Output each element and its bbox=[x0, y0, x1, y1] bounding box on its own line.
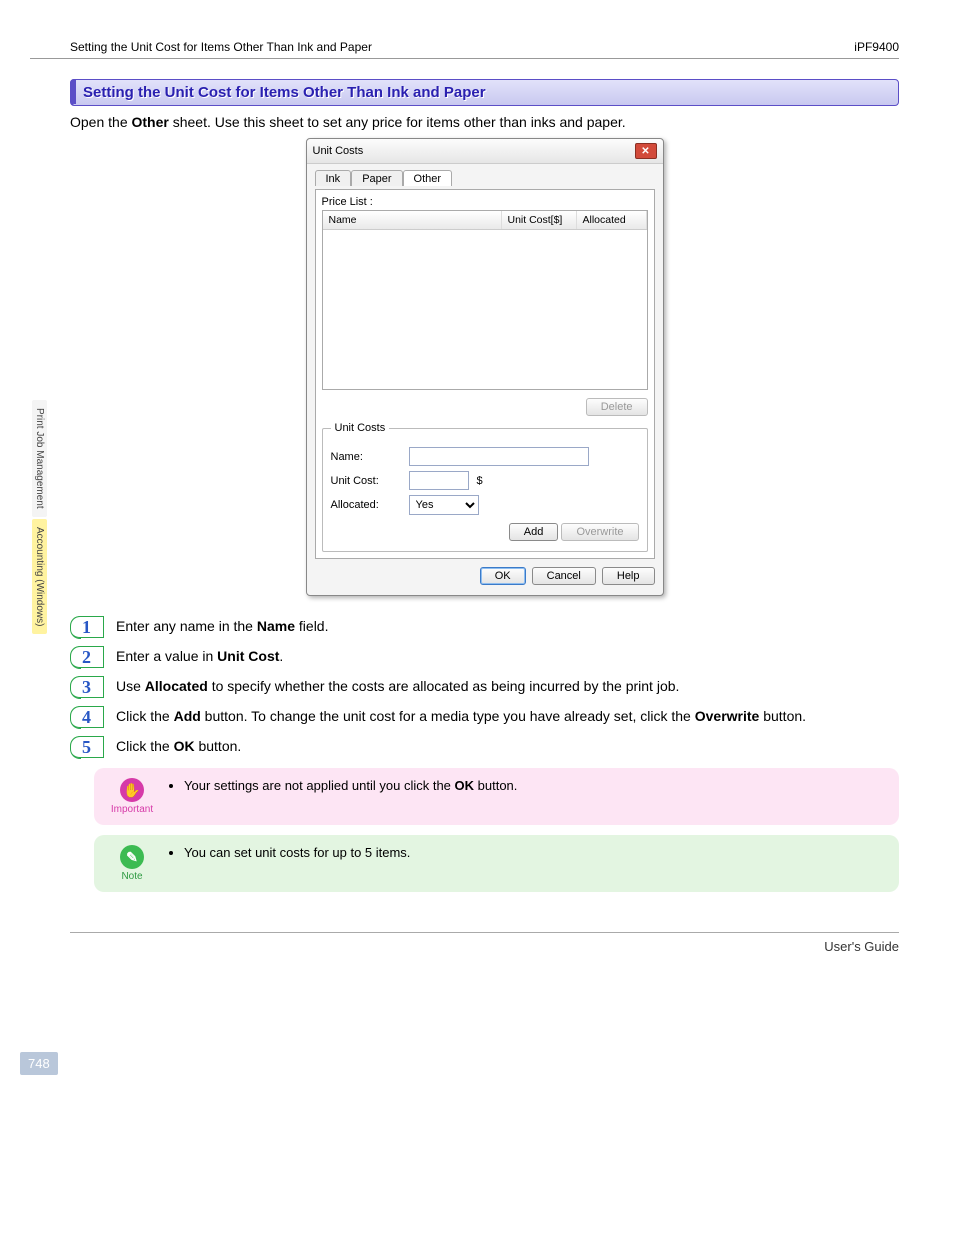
col-name[interactable]: Name bbox=[323, 211, 502, 229]
important-label: Important bbox=[111, 804, 153, 815]
step-number: 1 bbox=[70, 616, 104, 638]
help-button[interactable]: Help bbox=[602, 567, 655, 585]
footer: User's Guide bbox=[70, 932, 899, 954]
step-number: 4 bbox=[70, 706, 104, 728]
price-list-label: Price List : bbox=[322, 196, 648, 208]
important-callout: ✋ Important Your settings are not applie… bbox=[94, 768, 899, 825]
unit-cost-field[interactable] bbox=[409, 471, 469, 490]
side-tab-accounting[interactable]: Accounting (Windows) bbox=[32, 519, 47, 634]
currency-label: $ bbox=[477, 475, 483, 487]
unit-costs-dialog: Unit Costs ✕ Ink Paper Other Price List … bbox=[306, 138, 664, 596]
step-5: 5 Click the OK button. bbox=[70, 736, 899, 758]
dialog-title: Unit Costs bbox=[313, 145, 364, 157]
col-allocated[interactable]: Allocated bbox=[577, 211, 647, 229]
name-label: Name: bbox=[331, 451, 401, 463]
breadcrumb: Setting the Unit Cost for Items Other Th… bbox=[70, 40, 372, 54]
add-button[interactable]: Add bbox=[509, 523, 559, 541]
allocated-label: Allocated: bbox=[331, 499, 401, 511]
col-unit-cost[interactable]: Unit Cost[$] bbox=[502, 211, 577, 229]
step-number: 2 bbox=[70, 646, 104, 668]
step-number: 5 bbox=[70, 736, 104, 758]
intro-text: Open the Other sheet. Use this sheet to … bbox=[70, 114, 899, 130]
note-label: Note bbox=[121, 871, 142, 882]
tab-other[interactable]: Other bbox=[403, 170, 453, 186]
step-3: 3 Use Allocated to specify whether the c… bbox=[70, 676, 899, 698]
page-number: 748 bbox=[20, 1052, 58, 1075]
tab-ink[interactable]: Ink bbox=[315, 170, 352, 186]
tab-paper[interactable]: Paper bbox=[351, 170, 402, 186]
step-2: 2 Enter a value in Unit Cost. bbox=[70, 646, 899, 668]
model-label: iPF9400 bbox=[854, 40, 899, 54]
note-icon: ✎ bbox=[120, 845, 144, 869]
important-icon: ✋ bbox=[120, 778, 144, 802]
allocated-select[interactable]: Yes bbox=[409, 495, 479, 515]
group-title: Unit Costs bbox=[331, 422, 390, 434]
note-callout: ✎ Note You can set unit costs for up to … bbox=[94, 835, 899, 892]
step-number: 3 bbox=[70, 676, 104, 698]
step-1: 1 Enter any name in the Name field. bbox=[70, 616, 899, 638]
side-tab-print-job[interactable]: Print Job Management bbox=[32, 400, 47, 517]
page-header: Setting the Unit Cost for Items Other Th… bbox=[30, 40, 899, 59]
step-4: 4 Click the Add button. To change the un… bbox=[70, 706, 899, 728]
name-field[interactable] bbox=[409, 447, 589, 466]
delete-button[interactable]: Delete bbox=[586, 398, 648, 416]
section-heading: Setting the Unit Cost for Items Other Th… bbox=[70, 79, 899, 106]
unit-cost-label: Unit Cost: bbox=[331, 475, 401, 487]
cancel-button[interactable]: Cancel bbox=[532, 567, 596, 585]
overwrite-button[interactable]: Overwrite bbox=[561, 523, 638, 541]
close-icon[interactable]: ✕ bbox=[635, 143, 657, 159]
ok-button[interactable]: OK bbox=[480, 567, 526, 585]
price-list[interactable]: Name Unit Cost[$] Allocated bbox=[322, 210, 648, 390]
